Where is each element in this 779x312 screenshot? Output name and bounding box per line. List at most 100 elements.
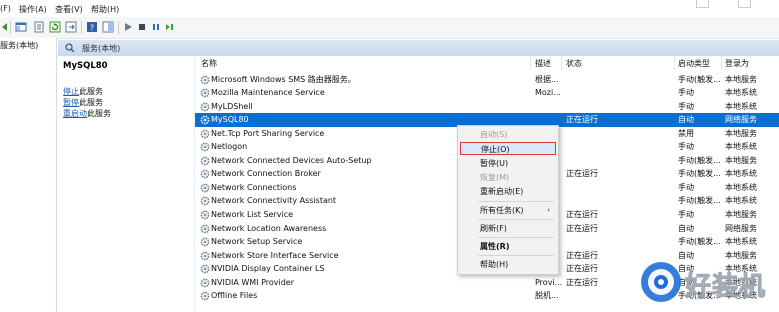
context-menu-properties[interactable]: 属性(R) [460,240,556,253]
service-gear-icon [200,197,210,206]
menu-action[interactable]: 操作(A) [19,4,47,15]
submenu-arrow-icon: › [547,206,550,214]
service-gear-icon [200,169,210,179]
service-startup-cell: 手动 [678,101,694,111]
menu-help[interactable]: 帮助(H) [91,4,119,15]
service-logon-cell: 本地系统 [725,182,757,192]
menu-view[interactable]: 查看(V) [55,4,83,15]
service-logon-cell: 本地服务 [725,210,757,219]
service-row[interactable]: Microsoft Windows SMS 路由器服务。 根据... 手动(触发..… [195,73,779,87]
restart-service-link[interactable]: 重启动此服务 [63,108,111,119]
service-name-cell: Offline Files [211,291,258,301]
column-separator[interactable] [674,56,675,70]
service-name-cell: Microsoft Windows SMS 路由器服务。 [211,74,356,84]
service-startup-cell: 自动 [678,115,694,125]
context-menu-all-tasks[interactable]: 所有任务(K) › [460,204,556,217]
column-header-startup-type[interactable]: 启动类型 [678,58,710,69]
service-gear-icon [200,88,210,98]
start-service-icon[interactable] [122,21,134,33]
service-startup-cell: 手动 [678,142,694,152]
context-menu-pause[interactable]: 暂停(U) [460,157,556,170]
menu-file[interactable]: (F) [0,4,11,13]
service-row[interactable]: MyLDShell 手动 本地系统 [195,100,779,114]
service-startup-cell: 手动 [678,210,694,219]
restart-service-icon[interactable] [164,21,176,33]
service-gear-icon [200,264,210,274]
column-header-status[interactable]: 状态 [566,58,582,69]
service-status-cell: 正在运行 [566,169,598,179]
column-separator[interactable] [721,56,722,70]
column-header-description[interactable]: 描述 [535,58,551,69]
column-separator[interactable] [530,56,531,70]
service-gear-icon [200,210,210,220]
context-menu-restart[interactable]: 重新启动(E) [460,185,556,198]
window-button-left[interactable] [696,0,709,8]
service-startup-cell: 手动(触发... [678,155,721,165]
refresh-icon[interactable] [49,21,61,33]
selected-service-title: MySQL80 [63,61,108,71]
console-tree: 服务(本地) [0,38,57,312]
context-menu-resume[interactable]: 恢复(M) [460,171,556,184]
help-icon[interactable]: ? [86,21,98,33]
show-pane-icon[interactable] [102,21,114,33]
description-pane: MySQL80 停止此服务 暂停此服务 重启动此服务 [58,56,194,312]
watermark: 好装机 [639,256,779,312]
service-logon-cell: 本地服务 [725,128,757,138]
column-separator[interactable] [561,56,562,70]
context-menu-separator [478,201,554,202]
service-logon-cell: 本地服务 [725,155,757,165]
service-gear-icon [200,278,210,288]
column-header-name[interactable]: 名称 [201,58,217,69]
service-gear-icon [200,102,210,111]
service-startup-cell: 手动 [678,88,694,98]
service-gear-icon [200,237,210,247]
service-status-cell: 正在运行 [566,210,598,219]
export-list-icon[interactable] [65,21,77,33]
service-logon-cell: 本地服务 [725,74,757,84]
context-menu-start[interactable]: 启动(S) [460,128,556,141]
stop-service-icon[interactable] [136,21,148,33]
context-menu-separator [478,237,554,238]
service-startup-cell: 手动 [678,182,694,192]
service-logon-cell: 本地系统 [725,196,757,206]
service-gear-icon [200,224,210,233]
service-startup-cell: 手动(触发... [678,237,721,247]
service-gear-icon [200,251,210,261]
window-button-right[interactable] [738,0,751,8]
stop-service-link[interactable]: 停止此服务 [63,86,103,97]
service-status-cell: 正在运行 [566,115,598,125]
tree-item-services-local[interactable]: 服务(本地) [0,40,56,52]
watermark-logo-icon [641,262,681,302]
service-startup-cell: 禁用 [678,128,694,138]
service-name-cell: NVIDIA WMI Provider [211,277,295,287]
service-name-cell: Mozilla Maintenance Service [211,88,325,98]
context-menu-help[interactable]: 帮助(H) [460,258,556,271]
service-startup-cell: 手动(触发... [678,74,721,84]
context-menu-refresh[interactable]: 刷新(F) [460,222,556,235]
service-desc-cell: Mozi... [535,88,561,98]
service-desc-cell: Provi... [535,277,563,287]
service-gear-icon [200,75,210,84]
service-logon-cell: 本地系统 [725,88,757,98]
svg-text:?: ? [90,24,94,33]
toolbar-separator [10,21,11,34]
service-row[interactable]: Mozilla Maintenance Service Mozi... 手动 本地系统 [195,86,779,100]
pause-service-icon[interactable] [150,21,162,33]
pane-header-title: 服务(本地) [82,44,121,53]
service-desc-cell: 脱机... [535,291,559,301]
pause-service-link[interactable]: 暂停此服务 [63,97,103,108]
context-menu-stop[interactable]: 停止(O) [460,142,556,155]
service-gear-icon [200,129,210,139]
menu-bar: (F) 操作(A) 查看(V) 帮助(H) [0,0,779,17]
context-menu-separator [478,219,554,220]
column-header-log-on-as[interactable]: 登录为 [725,58,749,69]
toolbar-separator [118,21,119,34]
properties-sheet-icon[interactable] [33,21,45,33]
service-gear-icon [200,115,210,125]
service-logon-cell: 本地系统 [725,169,757,179]
watermark-text: 好装机 [684,272,767,303]
toolbar-separator [81,21,82,34]
console-tree-icon[interactable] [15,21,27,33]
service-startup-cell: 手动(触发... [678,196,721,206]
service-logon-cell: 本地系统 [725,142,757,152]
